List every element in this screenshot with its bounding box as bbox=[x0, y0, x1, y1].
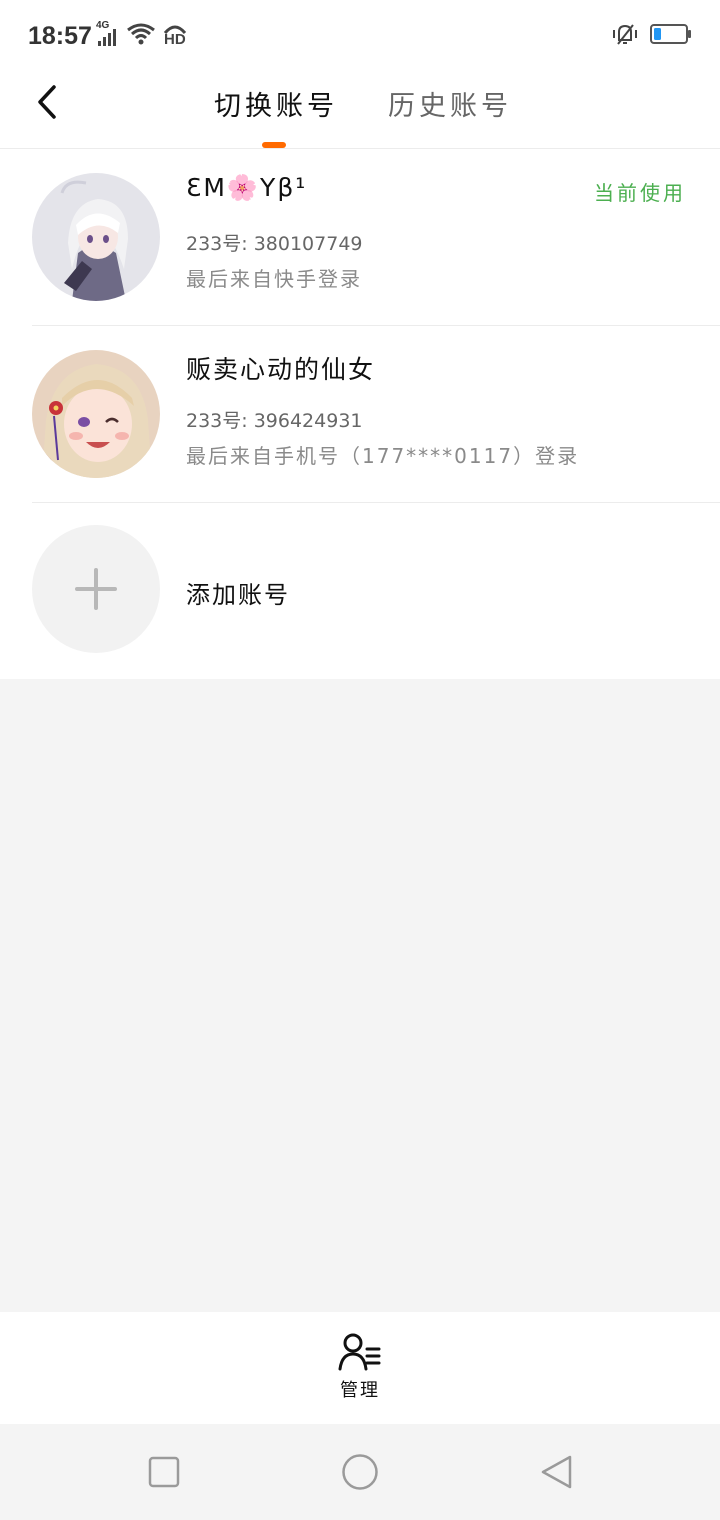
bottom-bar: 管理 bbox=[0, 1312, 720, 1424]
account-row[interactable]: 贩卖心动的仙女 233号: 396424931 最后来自手机号（177****0… bbox=[0, 326, 720, 503]
system-back-button[interactable] bbox=[536, 1452, 576, 1492]
manage-button[interactable]: 管理 bbox=[330, 1332, 390, 1408]
status-right-icons bbox=[610, 22, 692, 50]
signal-icon: 4G bbox=[96, 20, 120, 48]
plus-icon bbox=[75, 568, 117, 610]
header: 切换账号 历史账号 bbox=[0, 72, 720, 149]
hd-call-icon: HD bbox=[162, 23, 188, 49]
status-left-icons: 4G HD bbox=[96, 20, 188, 50]
last-login-source: 最后来自手机号（177****0117）登录 bbox=[186, 444, 580, 468]
home-circle-icon bbox=[342, 1454, 378, 1490]
system-nav-bar bbox=[0, 1424, 720, 1520]
home-button[interactable] bbox=[340, 1452, 380, 1492]
back-triangle-icon bbox=[541, 1455, 572, 1489]
hd-label: HD bbox=[164, 31, 186, 48]
tab-history-account[interactable]: 历史账号 bbox=[388, 84, 512, 123]
account-row[interactable]: ƐM🌸Yβ¹ 当前使用 233号: 380107749 最后来自快手登录 bbox=[0, 149, 720, 326]
manage-label: 管理 bbox=[340, 1380, 380, 1401]
recents-button[interactable] bbox=[144, 1452, 184, 1492]
last-login-source: 最后来自快手登录 bbox=[186, 267, 362, 291]
add-account-circle bbox=[32, 525, 160, 653]
tab-switch-account[interactable]: 切换账号 bbox=[214, 84, 338, 123]
add-account-row[interactable]: 添加账号 bbox=[0, 503, 720, 679]
status-bar: 18:57 4G HD bbox=[0, 0, 720, 72]
account-name: 贩卖心动的仙女 bbox=[186, 355, 376, 384]
account-switch-screen: 18:57 4G HD 切换账号 历史账号 ƐM🌸Yβ¹ 当前使用 233号: … bbox=[0, 0, 720, 1520]
account-name: ƐM🌸Yβ¹ bbox=[186, 173, 308, 202]
chevron-left-icon bbox=[38, 85, 56, 119]
active-tab-indicator bbox=[262, 142, 286, 148]
battery-icon bbox=[650, 23, 692, 49]
user-list-icon bbox=[338, 1333, 381, 1371]
back-button[interactable] bbox=[30, 80, 64, 124]
avatar bbox=[32, 350, 160, 478]
account-id: 233号: 380107749 bbox=[186, 233, 363, 255]
status-time: 18:57 bbox=[28, 22, 92, 50]
account-list: ƐM🌸Yβ¹ 当前使用 233号: 380107749 最后来自快手登录 贩卖心… bbox=[0, 149, 720, 679]
account-id: 233号: 396424931 bbox=[186, 410, 363, 432]
avatar bbox=[32, 173, 160, 301]
add-account-label: 添加账号 bbox=[186, 581, 290, 609]
wifi-icon bbox=[126, 22, 156, 50]
vibrate-icon bbox=[610, 22, 640, 50]
current-use-badge: 当前使用 bbox=[594, 181, 686, 205]
recents-square-icon bbox=[148, 1456, 180, 1488]
